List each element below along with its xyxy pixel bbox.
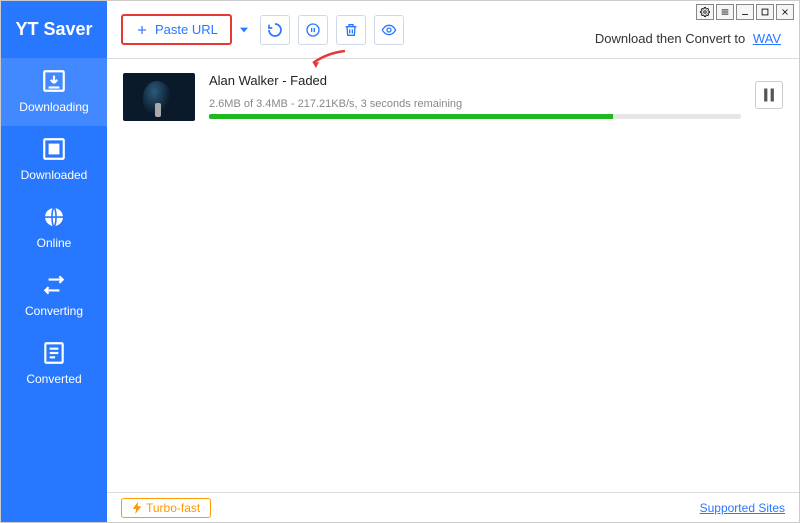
trash-icon	[343, 22, 359, 38]
globe-icon	[41, 204, 67, 230]
sidebar-item-online[interactable]: Online	[1, 194, 107, 262]
paste-url-label: Paste URL	[155, 22, 218, 37]
pause-download-button[interactable]	[755, 81, 783, 109]
download-meta: 2.6MB of 3.4MB - 217.21KB/s, 3 seconds r…	[209, 98, 741, 110]
convert-text: Download then Convert to	[595, 31, 745, 46]
maximize-icon	[760, 7, 770, 17]
resume-all-button[interactable]	[260, 15, 290, 45]
eye-icon	[381, 22, 397, 38]
sidebar-item-label: Converted	[26, 372, 81, 386]
gear-icon	[700, 7, 710, 17]
supported-sites-link[interactable]: Supported Sites	[700, 501, 785, 515]
close-button[interactable]	[776, 4, 794, 20]
download-title: Alan Walker - Faded	[209, 73, 741, 88]
menu-icon	[720, 7, 730, 17]
sidebar-item-label: Downloading	[19, 100, 88, 114]
settings-button[interactable]	[696, 4, 714, 20]
paste-url-dropdown[interactable]	[236, 15, 252, 45]
download-item: Alan Walker - Faded 2.6MB of 3.4MB - 217…	[107, 59, 799, 135]
close-icon	[780, 7, 790, 17]
sidebar-item-label: Online	[37, 236, 72, 250]
caret-down-icon	[240, 26, 248, 34]
progress-fill	[209, 114, 613, 119]
video-thumbnail	[123, 73, 195, 121]
app-logo: YT Saver	[1, 1, 107, 58]
preview-button[interactable]	[374, 15, 404, 45]
downloaded-icon	[41, 136, 67, 162]
bolt-icon	[132, 502, 142, 514]
sidebar-item-converting[interactable]: Converting	[1, 262, 107, 330]
window-titlebar	[691, 1, 799, 23]
downloading-icon	[41, 68, 67, 94]
turbo-label: Turbo-fast	[146, 501, 200, 515]
sidebar: YT Saver Downloading Downloaded Online C…	[1, 1, 107, 522]
pause-circle-icon	[305, 22, 321, 38]
sidebar-item-converted[interactable]: Converted	[1, 330, 107, 398]
paste-url-button[interactable]: Paste URL	[121, 14, 232, 45]
convert-format-region: Download then Convert to WAV	[595, 31, 781, 46]
sidebar-item-downloaded[interactable]: Downloaded	[1, 126, 107, 194]
refresh-icon	[267, 22, 283, 38]
convert-format-link[interactable]: WAV	[753, 31, 781, 46]
download-list: Alan Walker - Faded 2.6MB of 3.4MB - 217…	[107, 59, 799, 492]
progress-bar	[209, 114, 741, 119]
download-info: Alan Walker - Faded 2.6MB of 3.4MB - 217…	[209, 73, 741, 119]
plus-icon	[135, 23, 149, 37]
main-panel: Paste URL Download then Convert to WAV A…	[107, 1, 799, 522]
pause-icon	[756, 82, 782, 108]
menu-button[interactable]	[716, 4, 734, 20]
pause-all-button[interactable]	[298, 15, 328, 45]
converted-icon	[41, 340, 67, 366]
sidebar-item-downloading[interactable]: Downloading	[1, 58, 107, 126]
sidebar-item-label: Downloaded	[21, 168, 88, 182]
minimize-icon	[740, 7, 750, 17]
maximize-button[interactable]	[756, 4, 774, 20]
minimize-button[interactable]	[736, 4, 754, 20]
delete-button[interactable]	[336, 15, 366, 45]
turbo-fast-button[interactable]: Turbo-fast	[121, 498, 211, 518]
converting-icon	[41, 272, 67, 298]
footer: Turbo-fast Supported Sites	[107, 492, 799, 522]
sidebar-item-label: Converting	[25, 304, 83, 318]
